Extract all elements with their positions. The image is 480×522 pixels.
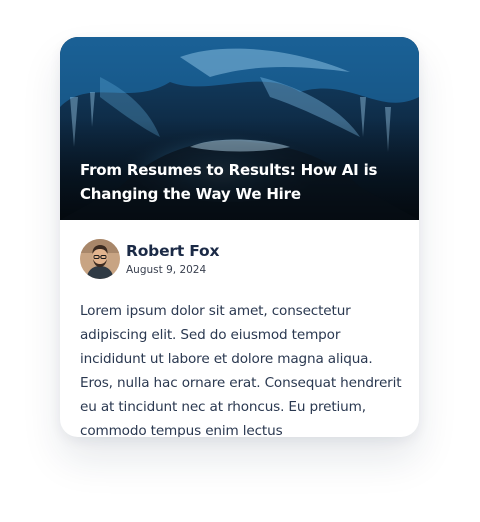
author-block: Robert Fox August 9, 2024: [80, 238, 219, 280]
avatar[interactable]: [80, 239, 120, 279]
post-title[interactable]: From Resumes to Results: How AI is Chang…: [80, 158, 400, 206]
blog-post-card[interactable]: From Resumes to Results: How AI is Chang…: [60, 37, 419, 437]
hero-image: From Resumes to Results: How AI is Chang…: [60, 37, 419, 220]
author-photo-icon: [80, 239, 120, 279]
post-date: August 9, 2024: [126, 264, 207, 276]
author-name[interactable]: Robert Fox: [126, 241, 219, 261]
post-excerpt: Lorem ipsum dolor sit amet, consectetur …: [80, 303, 402, 437]
author-info: Robert Fox August 9, 2024: [126, 241, 219, 277]
